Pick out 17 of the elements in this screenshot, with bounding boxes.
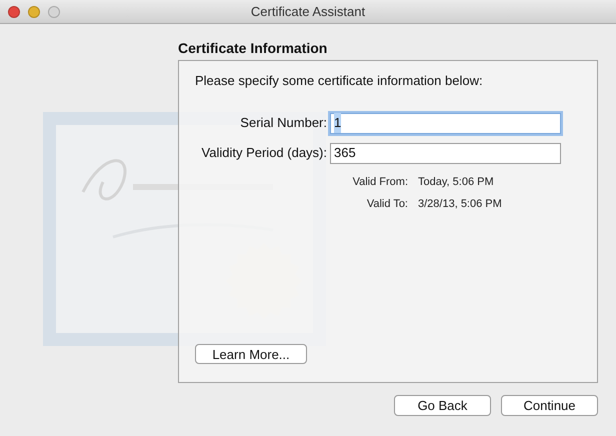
field-label: Validity Period (days): [200, 144, 328, 162]
learn-more-button[interactable]: Learn More... [195, 344, 307, 364]
validity-label: Valid To: [366, 197, 409, 212]
validity-value: Today, 5:06 PM [418, 174, 494, 190]
footer-button[interactable]: Go Back [394, 395, 491, 416]
section-title: Certificate Information [178, 39, 328, 57]
window-title: Certificate Assistant [250, 2, 366, 21]
footer-button[interactable]: Continue [501, 395, 598, 416]
zoom-button[interactable] [48, 6, 60, 18]
field-label: Serial Number: [239, 114, 328, 132]
validity-value: 3/28/13, 5:06 PM [418, 197, 502, 212]
close-button[interactable] [8, 6, 20, 18]
input-field[interactable]: 1 [330, 112, 561, 134]
validity-label: Valid From: [352, 174, 409, 190]
prompt-text: Please specify some certificate information below: [195, 72, 484, 90]
input-field[interactable]: 365 [330, 142, 561, 164]
minimize-button[interactable] [28, 6, 40, 18]
